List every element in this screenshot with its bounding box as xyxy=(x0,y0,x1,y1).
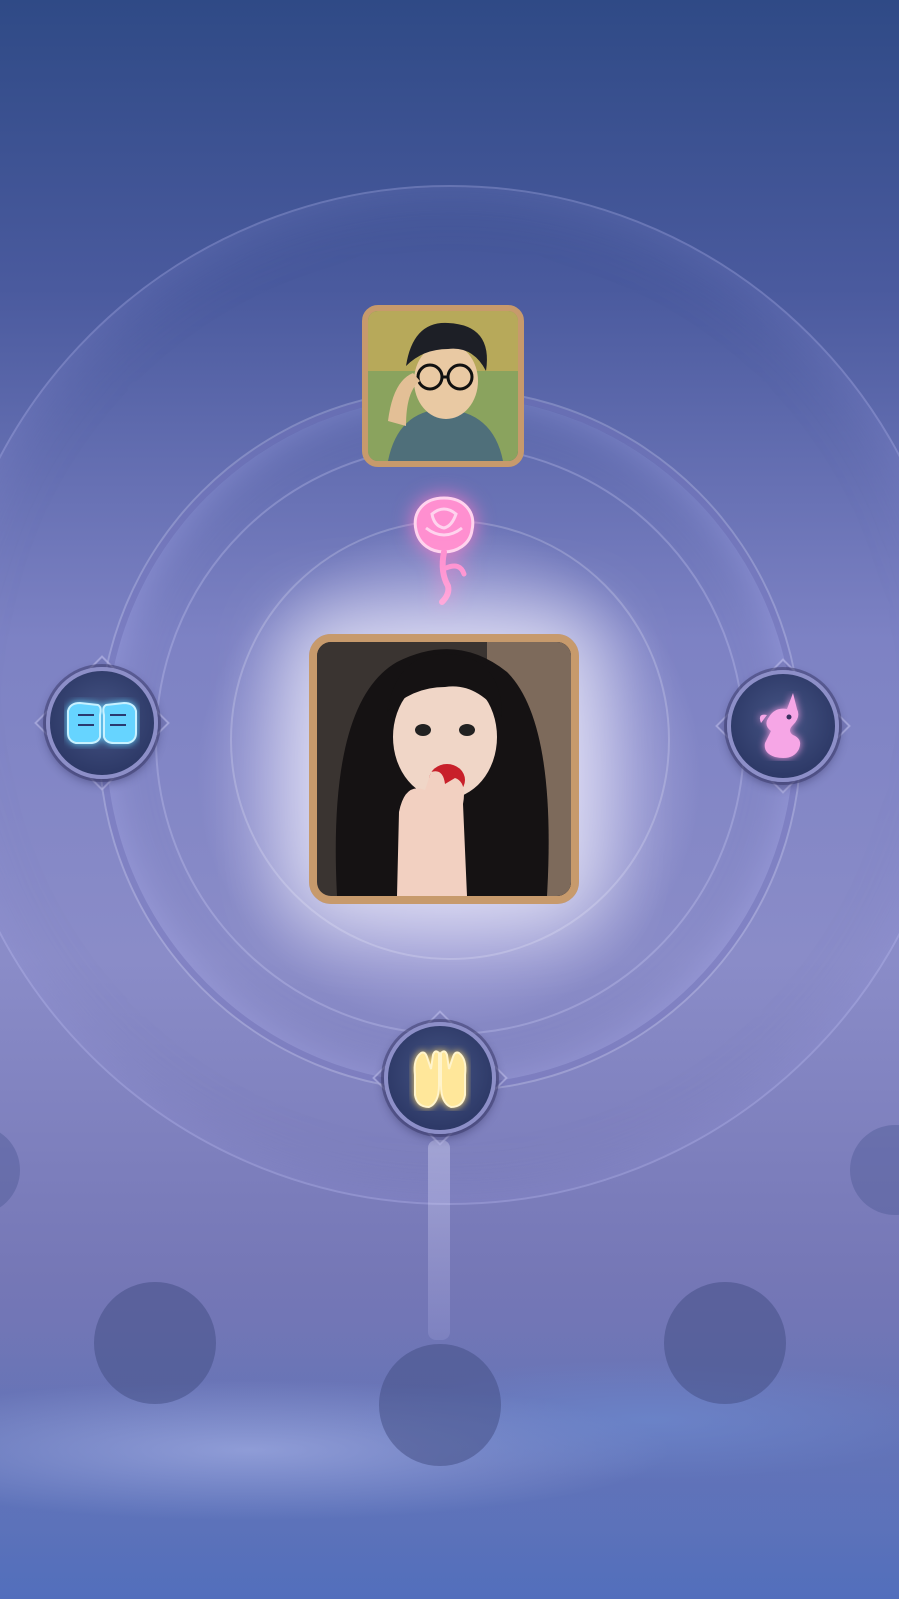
empty-slot-bottom-center[interactable] xyxy=(379,1344,501,1466)
offscreen-slot-right xyxy=(850,1125,899,1215)
empty-slot-bottom-right[interactable] xyxy=(664,1282,786,1404)
offscreen-slot-left xyxy=(0,1125,20,1215)
connector-beam xyxy=(428,1140,450,1340)
fist-bump-icon xyxy=(67,701,137,744)
empty-slot-bottom-left[interactable] xyxy=(94,1282,216,1404)
unicorn-icon xyxy=(759,693,801,758)
relationship-constellation-screen xyxy=(0,0,899,1599)
user-photo xyxy=(317,642,571,896)
anime-character-portrait xyxy=(368,311,518,461)
top-user-avatar[interactable] xyxy=(362,305,524,467)
rose-icon xyxy=(413,496,475,605)
center-user-avatar[interactable] xyxy=(309,634,579,904)
unicorn-badge[interactable] xyxy=(715,658,851,794)
clapping-hands-icon xyxy=(413,1050,467,1109)
fist-bump-badge[interactable] xyxy=(34,655,170,791)
clapping-hands-badge[interactable] xyxy=(372,1010,508,1146)
